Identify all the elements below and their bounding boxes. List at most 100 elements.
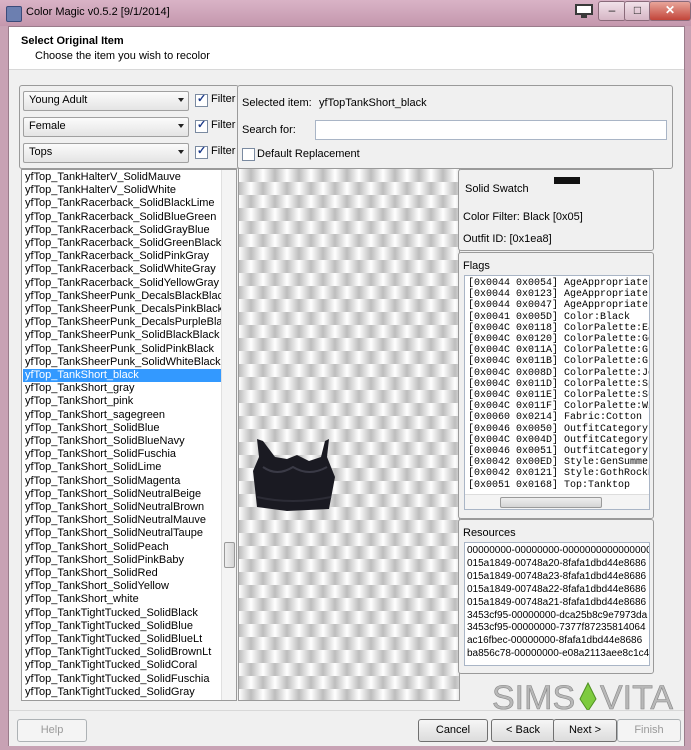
resource-line[interactable]: ba856c78-00000000-e08a2113aee8c1c4 (467, 648, 649, 660)
tank-top-preview-image (253, 439, 335, 511)
flag-line[interactable]: [0x004C 0x011B] ColorPalette:Gr (468, 356, 649, 368)
list-item[interactable]: yfTop_TankShort_sagegreen (23, 409, 222, 422)
list-item[interactable]: yfTop_TankRacerback_SolidBlackLime (23, 197, 222, 210)
list-item[interactable]: yfTop_TankSheerPunk_DecalsPurpleBlack (23, 316, 222, 329)
list-item[interactable]: yfTop_TankTightTucked_SolidGray (23, 686, 222, 699)
layout-icon[interactable] (574, 3, 594, 19)
wizard-header: Select Original Item Choose the item you… (9, 27, 684, 70)
search-input[interactable] (315, 120, 667, 140)
flag-line[interactable]: [0x0042 0x0121] Style:GothRockP (468, 468, 649, 480)
flag-line[interactable]: [0x0060 0x0214] Fabric:Cotton (468, 412, 642, 424)
list-item[interactable]: yfTop_TankTightTucked_SolidBlue (23, 620, 222, 633)
flag-line[interactable]: [0x0044 0x0054] AgeAppropriate: (468, 278, 649, 290)
list-item[interactable]: yfTop_TankShort_SolidNeutralTaupe (23, 527, 222, 540)
minimize-button[interactable]: – (598, 1, 626, 21)
list-item[interactable]: yfTop_TankShort_SolidNeutralMauve (23, 514, 222, 527)
flag-line[interactable]: [0x004C 0x008D] ColorPalette:Je (468, 368, 649, 380)
flag-line[interactable]: [0x004C 0x0120] ColorPalette:Go (468, 334, 649, 346)
resource-line[interactable]: 015a1849-00748a20-8fafa1dbd44e8686 (467, 558, 646, 570)
list-item[interactable]: yfTop_TankTightTucked_SolidCoral (23, 659, 222, 672)
flag-line[interactable]: [0x0044 0x0123] AgeAppropriate: (468, 289, 649, 301)
flag-line[interactable]: [0x004C 0x011A] ColorPalette:Gr (468, 345, 649, 357)
flag-line[interactable]: [0x0044 0x0047] AgeAppropriate: (468, 300, 649, 312)
list-item[interactable]: yfTop_TankSheerPunk_SolidBlackBlack (23, 329, 222, 342)
list-item-selected[interactable]: yfTop_TankShort_black (23, 369, 222, 382)
list-item[interactable]: yfTop_TankHalterV_SolidWhite (23, 184, 222, 197)
flag-line[interactable]: [0x004C 0x0118] ColorPalette:Ea (468, 323, 649, 335)
flag-line[interactable]: [0x0046 0x0050] OutfitCategory: (468, 424, 649, 436)
list-item[interactable]: yfTop_TankShort_SolidPinkBaby (23, 554, 222, 567)
flag-line[interactable]: [0x0046 0x0051] OutfitCategory: (468, 446, 649, 458)
flags-title: Flags (463, 260, 490, 272)
scrollbar-thumb[interactable] (224, 542, 235, 568)
list-item[interactable]: yfTop_TankTightTucked_SolidBrownLt (23, 646, 222, 659)
list-item[interactable]: yfTop_TankRacerback_SolidBlueGreen (23, 211, 222, 224)
list-item[interactable]: yfTop_TankShort_SolidMagenta (23, 475, 222, 488)
default-replacement-checkbox[interactable] (242, 148, 255, 161)
finish-button[interactable]: Finish (617, 719, 681, 742)
resource-line[interactable]: 00000000-00000000-0000000000000000 (467, 545, 649, 557)
maximize-button[interactable]: □ (624, 1, 651, 21)
list-item[interactable]: yfTop_TankTightTucked_SolidFuschia (23, 673, 222, 686)
title-bar[interactable]: Color Magic v0.5.2 [9/1/2014] – □ ✕ (0, 0, 691, 26)
gender-filter-checkbox[interactable] (195, 118, 208, 133)
outfit-id-text: Outfit ID: [0x1ea8] (463, 233, 552, 245)
resources-list[interactable]: 00000000-00000000-0000000000000000 015a18… (464, 542, 650, 666)
list-item[interactable]: yfTop_TankRacerback_SolidGrayBlue (23, 224, 222, 237)
list-item[interactable]: yfTop_TankRacerback_SolidWhiteGray (23, 263, 222, 276)
age-select[interactable]: Young Adult (23, 91, 189, 111)
flag-line[interactable]: [0x004C 0x011F] ColorPalette:Wi (468, 401, 649, 413)
list-item[interactable]: yfTop_TankShort_white (23, 593, 222, 606)
list-item[interactable]: yfTop_TankTightTucked_SolidBlueLt (23, 633, 222, 646)
list-item[interactable]: yfTop_TankShort_SolidNeutralBrown (23, 501, 222, 514)
list-item[interactable]: yfTop_TankSheerPunk_DecalsBlackBlack (23, 290, 222, 303)
back-button[interactable]: < Back (491, 719, 555, 742)
flag-line[interactable]: [0x004C 0x011E] ColorPalette:Su (468, 390, 649, 402)
list-item[interactable]: yfTop_TankShort_SolidRed (23, 567, 222, 580)
resource-line[interactable]: 3453cf95-00000000-7377f87235814064 (467, 622, 646, 634)
next-button[interactable]: Next > (553, 719, 617, 742)
scrollbar-thumb[interactable] (500, 497, 602, 508)
list-item[interactable]: yfTop_TankTightTucked_SolidBlack (23, 607, 222, 620)
resource-line[interactable]: 015a1849-00748a21-8fafa1dbd44e8686 (467, 597, 646, 609)
list-item[interactable]: yfTop_TankShort_SolidYellow (23, 580, 222, 593)
flag-line[interactable]: [0x004C 0x011D] ColorPalette:Sp (468, 379, 649, 391)
list-item[interactable]: yfTop_TankRacerback_SolidPinkGray (23, 250, 222, 263)
category-select[interactable]: Tops (23, 143, 189, 163)
flag-line[interactable]: [0x0042 0x00ED] Style:GenSummer (468, 457, 649, 469)
gender-select[interactable]: Female (23, 117, 189, 137)
default-replacement-label: Default Replacement (257, 148, 360, 160)
item-list[interactable]: yfTop_TankTightTucked_SolidGray yfTop_Tan… (21, 169, 237, 701)
cancel-button[interactable]: Cancel (418, 719, 488, 742)
list-item[interactable]: yfTop_TankShort_SolidFuschia (23, 448, 222, 461)
list-item[interactable]: yfTop_TankRacerback_SolidGreenBlack (23, 237, 222, 250)
list-item[interactable]: yfTop_TankShort_gray (23, 382, 222, 395)
category-filter-checkbox[interactable] (195, 144, 208, 159)
close-button[interactable]: ✕ (649, 1, 691, 21)
flag-line[interactable]: [0x004C 0x004D] OutfitCategory: (468, 435, 649, 447)
list-item[interactable]: yfTop_TankShort_SolidNeutralBeige (23, 488, 222, 501)
list-item[interactable]: yfTop_TankHalterV_SolidMauve (23, 171, 222, 184)
resource-line[interactable]: 3453cf95-00000000-dca25b8c9e7973da (467, 610, 647, 622)
chevron-down-icon (178, 150, 184, 154)
selection-panel: Selected item: yfTopTankShort_black Sear… (237, 85, 673, 169)
flag-line[interactable]: [0x0041 0x005D] Color:Black (468, 312, 630, 324)
flag-line[interactable]: [0x0051 0x0168] Top:Tanktop (468, 480, 630, 492)
list-item[interactable]: yfTop_TankShort_SolidBlueNavy (23, 435, 222, 448)
resource-line[interactable]: 015a1849-00748a23-8fafa1dbd44e8686 (467, 571, 646, 583)
list-item[interactable]: yfTop_TankSheerPunk_SolidPinkBlack (23, 343, 222, 356)
flags-horizontal-scrollbar[interactable] (465, 494, 649, 509)
age-filter-checkbox[interactable] (195, 92, 208, 107)
list-item[interactable]: yfTop_TankShort_SolidLime (23, 461, 222, 474)
list-item[interactable]: yfTop_TankShort_SolidPeach (23, 541, 222, 554)
list-item[interactable]: yfTop_TankSheerPunk_DecalsPinkBlack (23, 303, 222, 316)
resource-line[interactable]: 015a1849-00748a22-8fafa1dbd44e8686 (467, 584, 646, 596)
list-item[interactable]: yfTop_TankShort_pink (23, 395, 222, 408)
help-button[interactable]: Help (17, 719, 87, 742)
list-item[interactable]: yfTop_TankRacerback_SolidYellowGray (23, 277, 222, 290)
flags-list[interactable]: [0x0051 0x0168] Top:Tanktop [0x0042 0x012… (464, 275, 650, 510)
list-item[interactable]: yfTop_TankSheerPunk_SolidWhiteBlack (23, 356, 222, 369)
list-scrollbar[interactable] (221, 170, 236, 700)
resource-line[interactable]: ac16fbec-00000000-8fafa1dbd44e8686 (467, 635, 642, 647)
list-item[interactable]: yfTop_TankShort_SolidBlue (23, 422, 222, 435)
